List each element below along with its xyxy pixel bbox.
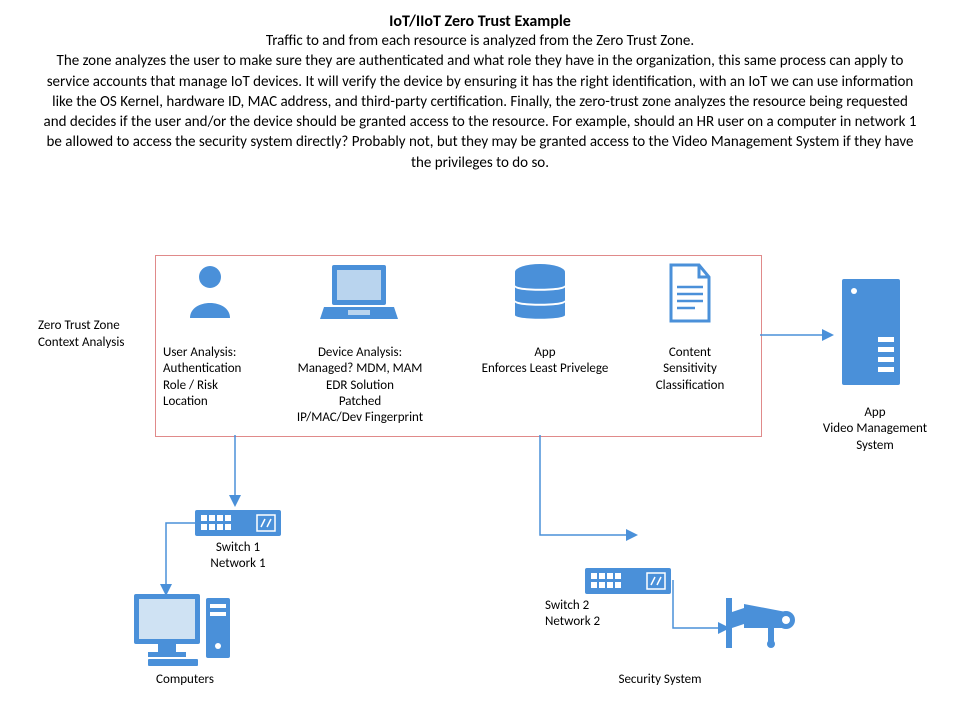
- app-label: App Enforces Least Privelege: [470, 345, 620, 378]
- security-label: Security System: [600, 672, 720, 688]
- content-label: Content Sensitivity Classification: [640, 345, 740, 394]
- arrow-to-switch2: [530, 435, 640, 565]
- arrow-switch1-to-computers: [148, 518, 202, 598]
- diagram-title: IoT/IIoT Zero Trust Example: [0, 12, 960, 31]
- security-camera-icon: [724, 594, 802, 654]
- switch2-label: Switch 2 Network 2: [545, 598, 625, 631]
- user-label: User Analysis: Authentication Role / Ris…: [163, 345, 263, 410]
- server-icon: [840, 277, 902, 387]
- database-icon: [510, 263, 570, 323]
- zone-side-label: Zero Trust Zone Context Analysis: [38, 318, 148, 352]
- device-label: Device Analysis: Managed? MDM, MAM EDR S…: [285, 345, 435, 426]
- diagram-stage: IoT/IIoT Zero Trust Example Traffic to a…: [0, 0, 960, 701]
- document-icon: [665, 263, 715, 325]
- switch-icon: [585, 568, 671, 594]
- arrow-switch2-to-security: [668, 580, 732, 644]
- server-label: App Video Management System: [810, 405, 940, 454]
- computers-label: Computers: [150, 672, 220, 688]
- switch-icon: [195, 510, 281, 536]
- arrow-to-switch1: [225, 435, 245, 507]
- computers-icon: [130, 590, 240, 668]
- switch1-label: Switch 1 Network 1: [198, 540, 278, 573]
- diagram-description: Traffic to and from each resource is ana…: [40, 31, 920, 173]
- laptop-icon: [320, 263, 398, 323]
- user-icon: [185, 263, 235, 318]
- arrow-to-server: [760, 325, 835, 345]
